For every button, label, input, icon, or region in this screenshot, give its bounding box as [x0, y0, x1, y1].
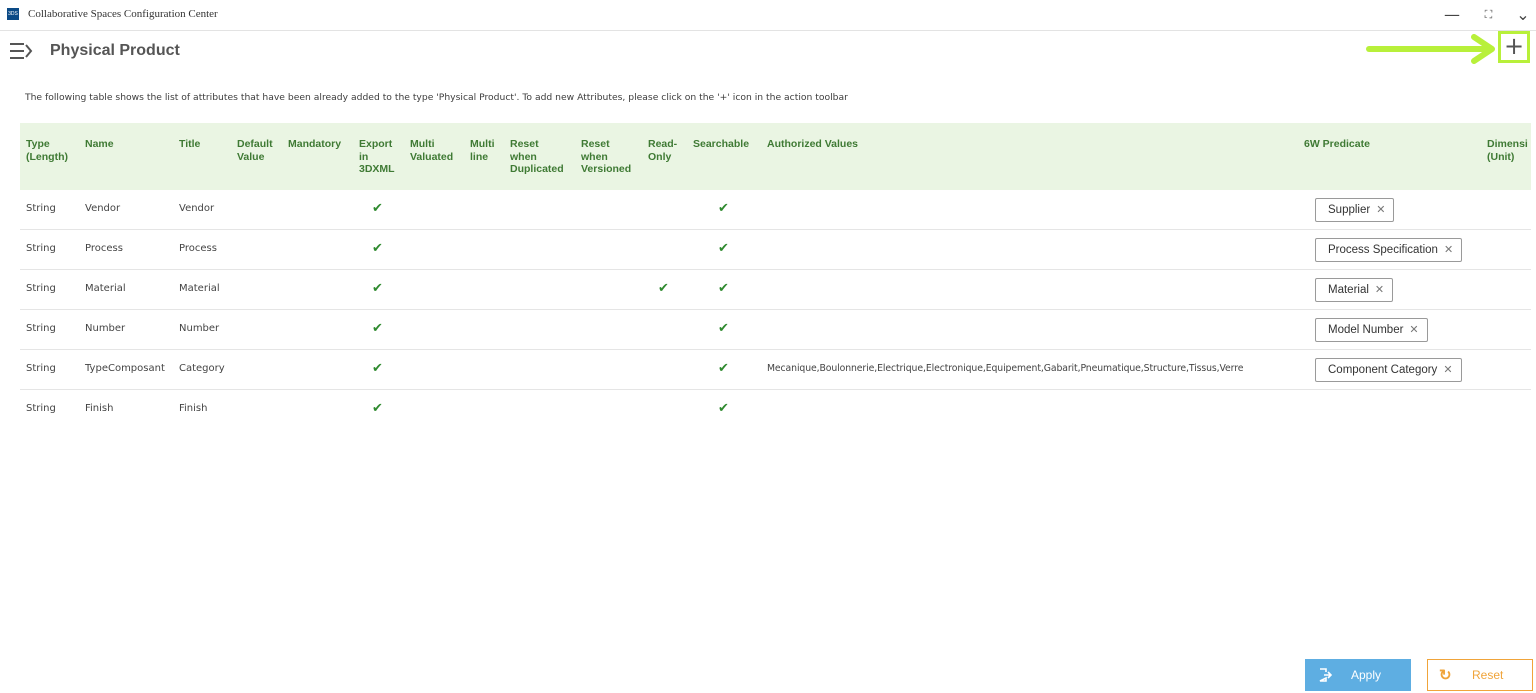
column-header-read-only[interactable]: Read- Only	[648, 138, 677, 163]
searchable-check-icon: ✔	[718, 201, 729, 216]
cell-name: Process	[85, 243, 123, 254]
predicate-chip-label: Process Specification	[1328, 244, 1438, 256]
export-check-icon: ✔	[372, 241, 383, 256]
predicate-chip-label: Component Category	[1328, 364, 1438, 376]
predicate-chip: Supplier ✕	[1315, 198, 1395, 222]
remove-predicate-icon[interactable]: ✕	[1444, 244, 1453, 256]
apply-icon	[1318, 667, 1333, 683]
column-header-multi-valuated[interactable]: Multi Valuated	[410, 138, 453, 163]
title-bar: 3DS Collaborative Spaces Configuration C…	[0, 0, 1536, 31]
cell-type: String	[26, 323, 56, 334]
cell-title: Category	[179, 363, 225, 374]
table-row[interactable]: String TypeComposant Category ✔ ✔ Mecani…	[20, 350, 1531, 390]
cell-name: Material	[85, 283, 126, 294]
export-check-icon: ✔	[372, 201, 383, 216]
predicate-chip: Material ✕	[1315, 278, 1394, 302]
column-header-reset-duplicated[interactable]: Reset when Duplicated	[510, 138, 564, 176]
cell-name: Vendor	[85, 203, 121, 214]
column-header-type[interactable]: Type (Length)	[26, 138, 68, 163]
searchable-check-icon: ✔	[718, 241, 729, 256]
callout-arrow-icon	[1364, 34, 1500, 64]
column-header-title[interactable]: Title	[179, 138, 200, 151]
searchable-check-icon: ✔	[718, 361, 729, 376]
cell-type: String	[26, 283, 56, 294]
searchable-check-icon: ✔	[718, 321, 729, 336]
predicate-chip: Process Specification ✕	[1315, 238, 1463, 262]
cell-authorized-values: Mecanique,Boulonnerie,Electrique,Electro…	[767, 363, 1244, 374]
cell-name: Number	[85, 323, 126, 334]
window-menu-dropdown-button[interactable]: ⌄	[1512, 4, 1534, 26]
cell-title: Vendor	[179, 203, 215, 214]
predicate-chip-label: Supplier	[1328, 204, 1371, 216]
export-check-icon: ✔	[372, 361, 383, 376]
remove-predicate-icon[interactable]: ✕	[1409, 324, 1418, 336]
attributes-table: Type (Length) Name Title Default Value M…	[20, 123, 1531, 423]
column-header-name[interactable]: Name	[85, 138, 114, 151]
export-check-icon: ✔	[372, 401, 383, 416]
cell-type: String	[26, 403, 56, 414]
column-header-reset-versioned[interactable]: Reset when Versioned	[581, 138, 631, 176]
remove-predicate-icon[interactable]: ✕	[1376, 204, 1385, 216]
export-check-icon: ✔	[372, 281, 383, 296]
description-text: The following table shows the list of at…	[25, 92, 848, 103]
column-header-mandatory[interactable]: Mandatory	[288, 138, 341, 151]
remove-predicate-icon[interactable]: ✕	[1375, 284, 1384, 296]
cell-title: Process	[179, 243, 217, 254]
column-header-searchable[interactable]: Searchable	[693, 138, 749, 151]
add-attribute-button[interactable]: +	[1498, 31, 1530, 63]
searchable-check-icon: ✔	[718, 401, 729, 416]
column-header-multi-line[interactable]: Multi line	[470, 138, 495, 163]
cell-type: String	[26, 243, 56, 254]
cell-title: Number	[179, 323, 220, 334]
table-header: Type (Length) Name Title Default Value M…	[20, 123, 1531, 190]
page-title: Physical Product	[50, 42, 180, 59]
side-menu-toggle-icon[interactable]	[8, 40, 34, 62]
apply-label: Apply	[1351, 668, 1382, 682]
reset-label: Reset	[1472, 668, 1504, 682]
remove-predicate-icon[interactable]: ✕	[1443, 364, 1452, 376]
cell-type: String	[26, 203, 56, 214]
column-header-authorized-values[interactable]: Authorized Values	[767, 138, 858, 151]
export-check-icon: ✔	[372, 321, 383, 336]
table-row[interactable]: String Process Process ✔ ✔ Process Speci…	[20, 230, 1531, 270]
searchable-check-icon: ✔	[718, 281, 729, 296]
column-header-default-value[interactable]: Default Value	[237, 138, 273, 163]
predicate-chip: Component Category ✕	[1315, 358, 1462, 382]
table-row[interactable]: String Number Number ✔ ✔ Model Number ✕	[20, 310, 1531, 350]
reset-button[interactable]: ↻ Reset	[1427, 659, 1533, 691]
cell-name: TypeComposant	[85, 363, 165, 374]
predicate-chip-label: Material	[1328, 284, 1369, 296]
read-only-check-icon: ✔	[658, 281, 669, 296]
cell-name: Finish	[85, 403, 114, 414]
maximize-button[interactable]: ⛶	[1477, 4, 1499, 26]
column-header-6w-predicate[interactable]: 6W Predicate	[1304, 138, 1370, 151]
cell-type: String	[26, 363, 56, 374]
app-logo-icon: 3DS	[7, 8, 19, 20]
predicate-chip: Model Number ✕	[1315, 318, 1428, 342]
apply-button[interactable]: Apply	[1305, 659, 1411, 691]
cell-title: Material	[179, 283, 220, 294]
app-title: Collaborative Spaces Configuration Cente…	[28, 8, 218, 20]
table-row[interactable]: String Vendor Vendor ✔ ✔ Supplier ✕	[20, 190, 1531, 230]
table-row[interactable]: String Finish Finish ✔ ✔	[20, 390, 1531, 423]
predicate-chip-label: Model Number	[1328, 324, 1404, 336]
column-header-dimension[interactable]: Dimensi (Unit)	[1487, 138, 1528, 163]
minimize-button[interactable]: —	[1441, 4, 1463, 26]
table-row[interactable]: String Material Material ✔ ✔ ✔ Material ✕	[20, 270, 1531, 310]
cell-title: Finish	[179, 403, 208, 414]
reset-icon: ↻	[1439, 667, 1452, 684]
column-header-export-3dxml[interactable]: Export in 3DXML	[359, 138, 395, 176]
